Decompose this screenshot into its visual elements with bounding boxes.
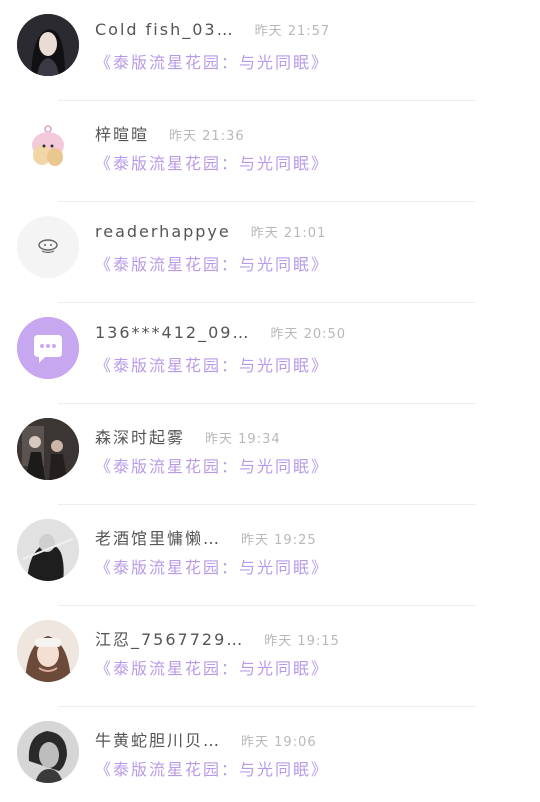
user-avatar[interactable]: [17, 620, 79, 682]
comment-meta: 136***412_09… 昨天 20:50: [95, 323, 346, 347]
username[interactable]: readerhappye: [95, 222, 231, 241]
username[interactable]: Cold fish_03…: [95, 20, 235, 39]
user-avatar[interactable]: [17, 721, 79, 783]
book-link[interactable]: 《泰版流星花园：与光同眠》: [95, 554, 329, 578]
comment-row[interactable]: 梓暄暄 昨天 21:36 《泰版流星花园：与光同眠》: [0, 101, 540, 202]
comment-row[interactable]: 牛黄蛇胆川贝… 昨天 19:06 《泰版流星花园：与光同眠》: [0, 707, 540, 802]
comment-row[interactable]: Cold fish_03… 昨天 21:57 《泰版流星花园：与光同眠》: [0, 0, 540, 101]
timestamp: 昨天 21:36: [169, 129, 245, 144]
timestamp: 昨天 19:34: [205, 432, 281, 447]
book-link[interactable]: 《泰版流星花园：与光同眠》: [95, 150, 329, 174]
comment-row[interactable]: 江忍_7567729… 昨天 19:15 《泰版流星花园：与光同眠》: [0, 606, 540, 707]
timestamp: 昨天 21:57: [254, 24, 331, 39]
book-link[interactable]: 《泰版流星花园：与光同眠》: [95, 756, 329, 780]
user-photo-icon: [17, 14, 79, 76]
username[interactable]: 江忍_7567729…: [95, 626, 244, 650]
comment-row[interactable]: 森深时起雾 昨天 19:34 《泰版流星花园：与光同眠》: [0, 404, 540, 505]
comment-meta: 牛黄蛇胆川贝… 昨天 19:06: [95, 727, 317, 751]
user-avatar[interactable]: [17, 519, 79, 581]
timestamp: 昨天 19:25: [241, 533, 317, 548]
user-photo-icon: [17, 620, 79, 682]
user-photo-icon: [17, 519, 79, 581]
comment-meta: Cold fish_03… 昨天 21:57: [95, 20, 330, 44]
book-link[interactable]: 《泰版流星花园：与光同眠》: [95, 49, 329, 73]
user-photo-icon: [17, 418, 79, 480]
comment-list: Cold fish_03… 昨天 21:57 《泰版流星花园：与光同眠》 梓暄暄…: [0, 0, 540, 802]
comment-meta: 老酒馆里慵懒… 昨天 19:25: [95, 525, 317, 549]
timestamp: 昨天 19:06: [241, 735, 317, 750]
chat-bubble-icon: [17, 317, 79, 379]
timestamp: 昨天 20:50: [270, 327, 347, 342]
user-avatar[interactable]: [17, 216, 79, 278]
book-link[interactable]: 《泰版流星花园：与光同眠》: [95, 453, 329, 477]
user-avatar[interactable]: [17, 14, 79, 76]
book-link[interactable]: 《泰版流星花园：与光同眠》: [95, 655, 329, 679]
comment-row[interactable]: 老酒馆里慵懒… 昨天 19:25 《泰版流星花园：与光同眠》: [0, 505, 540, 606]
timestamp: 昨天 21:01: [250, 226, 327, 241]
username[interactable]: 牛黄蛇胆川贝…: [95, 727, 221, 751]
timestamp: 昨天 19:15: [264, 634, 340, 649]
cartoon-character-icon: [17, 115, 79, 177]
comment-meta: 森深时起雾 昨天 19:34: [95, 424, 281, 448]
user-avatar[interactable]: [17, 317, 79, 379]
username[interactable]: 梓暄暄: [95, 121, 149, 145]
book-link[interactable]: 《泰版流星花园：与光同眠》: [95, 352, 329, 376]
comment-meta: 梓暄暄 昨天 21:36: [95, 121, 245, 145]
comment-row[interactable]: readerhappye 昨天 21:01 《泰版流星花园：与光同眠》: [0, 202, 540, 303]
comment-row[interactable]: 136***412_09… 昨天 20:50 《泰版流星花园：与光同眠》: [0, 303, 540, 404]
comment-meta: readerhappye 昨天 21:01: [95, 222, 326, 246]
user-avatar[interactable]: [17, 115, 79, 177]
book-link[interactable]: 《泰版流星花园：与光同眠》: [95, 251, 329, 275]
comment-meta: 江忍_7567729… 昨天 19:15: [95, 626, 340, 650]
default-avatar-icon: [17, 216, 79, 278]
user-avatar[interactable]: [17, 418, 79, 480]
username[interactable]: 老酒馆里慵懒…: [95, 525, 221, 549]
username[interactable]: 136***412_09…: [95, 323, 250, 342]
user-photo-icon: [17, 721, 79, 783]
username[interactable]: 森深时起雾: [95, 424, 185, 448]
